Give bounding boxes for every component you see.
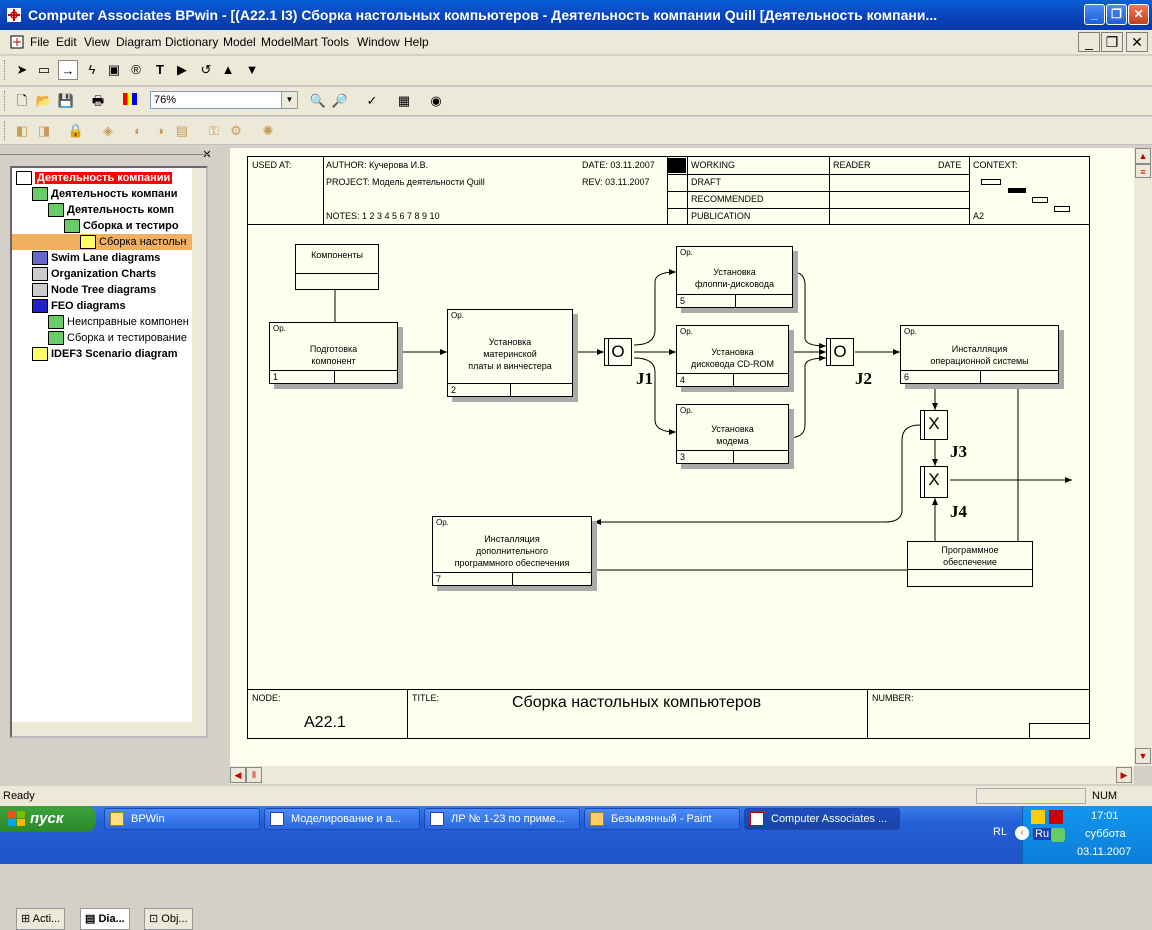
start-button[interactable]: пуск bbox=[0, 806, 96, 832]
box-label: Установка модема bbox=[711, 424, 754, 446]
language-indicator[interactable]: RL bbox=[993, 826, 1007, 838]
box-label: Установка дисковода CD-ROM bbox=[690, 347, 775, 369]
junction-j3[interactable]: X bbox=[920, 410, 948, 440]
keyboard-layout[interactable]: Ru bbox=[1033, 828, 1052, 840]
taskbar: пуск BPWin Моделирование и а... ЛР № 1-2… bbox=[0, 806, 1152, 864]
box-op: Op. bbox=[451, 311, 464, 320]
box-op: Op. bbox=[273, 324, 286, 333]
bpwin-icon bbox=[750, 812, 764, 826]
activity-box-3[interactable]: Op. Установка модема 3 bbox=[676, 404, 789, 464]
clock-day: суббота bbox=[1085, 828, 1126, 840]
junction-label-j4: J4 bbox=[950, 502, 967, 521]
task-bpwin[interactable]: Computer Associates ... bbox=[744, 808, 900, 830]
box-number: 3 bbox=[680, 452, 686, 462]
tray-app-icon[interactable] bbox=[1031, 810, 1045, 824]
activity-box-2[interactable]: Op. Установка материнской платы и винчесте… bbox=[447, 309, 573, 397]
box-footer: 6 bbox=[901, 370, 1058, 383]
junction-label-j3: J3 bbox=[950, 442, 967, 461]
start-label: пуск bbox=[30, 810, 64, 827]
box-footer: 7 bbox=[433, 572, 591, 585]
arrow-5-to-j2[interactable] bbox=[791, 271, 827, 349]
junction-j2[interactable]: O bbox=[826, 338, 854, 366]
tab-diagrams[interactable]: ▤ Dia... bbox=[80, 908, 130, 930]
tab-activities[interactable]: ⊞ Acti... bbox=[16, 908, 66, 930]
word-icon bbox=[270, 812, 284, 826]
status-panel bbox=[976, 788, 1086, 804]
arrow-j1-to-5[interactable] bbox=[633, 269, 677, 346]
paint-icon bbox=[590, 812, 604, 826]
clock-time[interactable]: 17:01 bbox=[1091, 810, 1119, 822]
box-number: 4 bbox=[680, 375, 686, 385]
box-number: 5 bbox=[680, 296, 686, 306]
box-op: Op. bbox=[680, 406, 693, 415]
network-icon[interactable] bbox=[1051, 828, 1065, 842]
windows-logo-icon bbox=[8, 811, 25, 826]
word-icon bbox=[430, 812, 444, 826]
referent-label: Компоненты bbox=[311, 250, 363, 260]
box-footer: 4 bbox=[677, 373, 788, 386]
junction-j1[interactable]: O bbox=[604, 338, 632, 366]
system-tray: RL ‹ Ru 17:01 суббота 03.11.2007 bbox=[993, 806, 1152, 864]
arrow-3-to-j2[interactable] bbox=[787, 355, 827, 439]
box-op: Op. bbox=[680, 248, 693, 257]
box-number: 6 bbox=[904, 372, 910, 382]
box-op: Op. bbox=[904, 327, 917, 336]
activity-box-1[interactable]: Op. Подготовка компонент 1 bbox=[269, 322, 398, 384]
box-label: Подготовка компонент bbox=[309, 344, 358, 366]
task-word-2[interactable]: ЛР № 1-23 по приме... bbox=[424, 808, 580, 830]
box-number: 2 bbox=[451, 385, 457, 395]
junction-label-j2: J2 bbox=[855, 369, 872, 388]
box-label: Установка флоппи-дисковода bbox=[695, 267, 774, 289]
status-text: Ready bbox=[3, 790, 35, 802]
referent-components[interactable]: Компоненты bbox=[295, 244, 379, 290]
junction-label-j1: J1 bbox=[636, 369, 653, 388]
box-op: Op. bbox=[436, 518, 449, 527]
arrow-7-to-j4[interactable] bbox=[590, 498, 938, 571]
activity-box-7[interactable]: Op. Инсталляция дополнительного программно… bbox=[432, 516, 592, 586]
box-label: Инсталляция операционной системы bbox=[930, 344, 1029, 366]
box-footer: 1 bbox=[270, 370, 397, 383]
box-label: Установка материнской платы и винчестера bbox=[468, 337, 552, 371]
task-word-1[interactable]: Моделирование и а... bbox=[264, 808, 420, 830]
tray-arrow-icon[interactable]: ‹ bbox=[1015, 826, 1029, 840]
referent-divider bbox=[908, 569, 1032, 570]
num-lock-indicator: NUM bbox=[1092, 790, 1118, 802]
junction-j4[interactable]: X bbox=[920, 466, 948, 498]
task-paint[interactable]: Безымянный - Paint bbox=[584, 808, 740, 830]
box-op: Op. bbox=[680, 327, 693, 336]
activity-box-5[interactable]: Op. Установка флоппи-дисковода 5 bbox=[676, 246, 793, 308]
box-number: 1 bbox=[273, 372, 279, 382]
box-footer: 5 bbox=[677, 294, 792, 307]
task-bpwin-folder[interactable]: BPWin bbox=[104, 808, 260, 830]
clock-date: 03.11.2007 bbox=[1077, 846, 1132, 858]
activity-box-4[interactable]: Op. Установка дисковода CD-ROM 4 bbox=[676, 325, 789, 387]
box-label: Инсталляция дополнительного программного о… bbox=[454, 534, 570, 568]
referent-divider bbox=[296, 273, 378, 274]
referent-software[interactable]: Программное обеспечение bbox=[907, 541, 1033, 587]
activity-box-6[interactable]: Op. Инсталляция операционной системы 6 bbox=[900, 325, 1059, 384]
arrow-layer bbox=[334, 269, 1072, 571]
tab-objects[interactable]: ⊡ Obj... bbox=[144, 908, 193, 930]
tray-app-icon[interactable] bbox=[1049, 810, 1063, 824]
status-bar: Ready NUM bbox=[0, 786, 1152, 806]
box-number: 7 bbox=[436, 574, 442, 584]
box-footer: 3 bbox=[677, 450, 788, 463]
referent-label: Программное обеспечение bbox=[941, 545, 999, 567]
box-footer: 2 bbox=[448, 383, 572, 396]
folder-icon bbox=[110, 812, 124, 826]
